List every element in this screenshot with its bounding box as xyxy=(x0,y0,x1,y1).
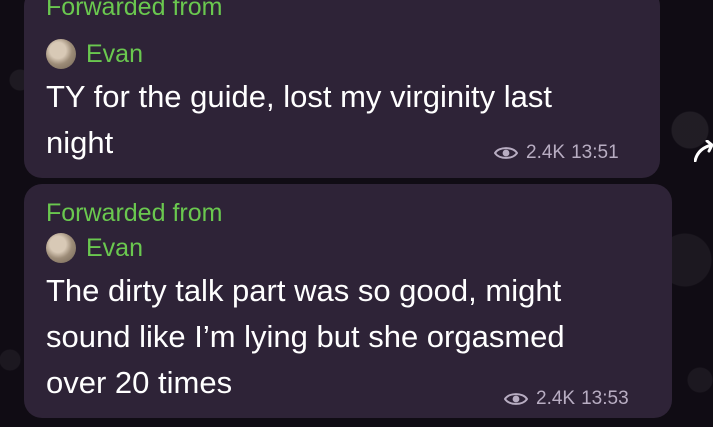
sender-avatar[interactable] xyxy=(46,233,76,263)
message-meta: 2.4K 13:51 xyxy=(494,142,619,164)
message-meta: 2.4K 13:53 xyxy=(504,388,629,410)
sender-avatar[interactable] xyxy=(46,39,76,69)
view-count: 2.4K xyxy=(536,388,576,409)
share-icon[interactable] xyxy=(694,140,713,162)
message-bubble[interactable]: Forwarded from Evan TY for the guide, lo… xyxy=(24,0,660,178)
message-time: 13:53 xyxy=(581,388,629,409)
view-count: 2.4K xyxy=(526,142,566,163)
eye-icon xyxy=(494,147,518,159)
message-time: 13:51 xyxy=(571,142,619,163)
sender-name[interactable]: Evan xyxy=(86,233,143,263)
forwarded-sender[interactable]: Evan xyxy=(46,38,143,70)
message-text: TY for the guide, lost my virginity last… xyxy=(46,79,552,160)
sender-name[interactable]: Evan xyxy=(86,39,143,69)
eye-icon xyxy=(504,393,528,405)
forwarded-from-label: Forwarded from xyxy=(46,199,223,227)
forwarded-from-label: Forwarded from xyxy=(46,0,223,21)
forwarded-sender[interactable]: Evan xyxy=(46,232,143,264)
message-bubble[interactable]: Forwarded from Evan The dirty talk part … xyxy=(24,184,672,418)
message-text: The dirty talk part was so good, might s… xyxy=(46,273,565,400)
